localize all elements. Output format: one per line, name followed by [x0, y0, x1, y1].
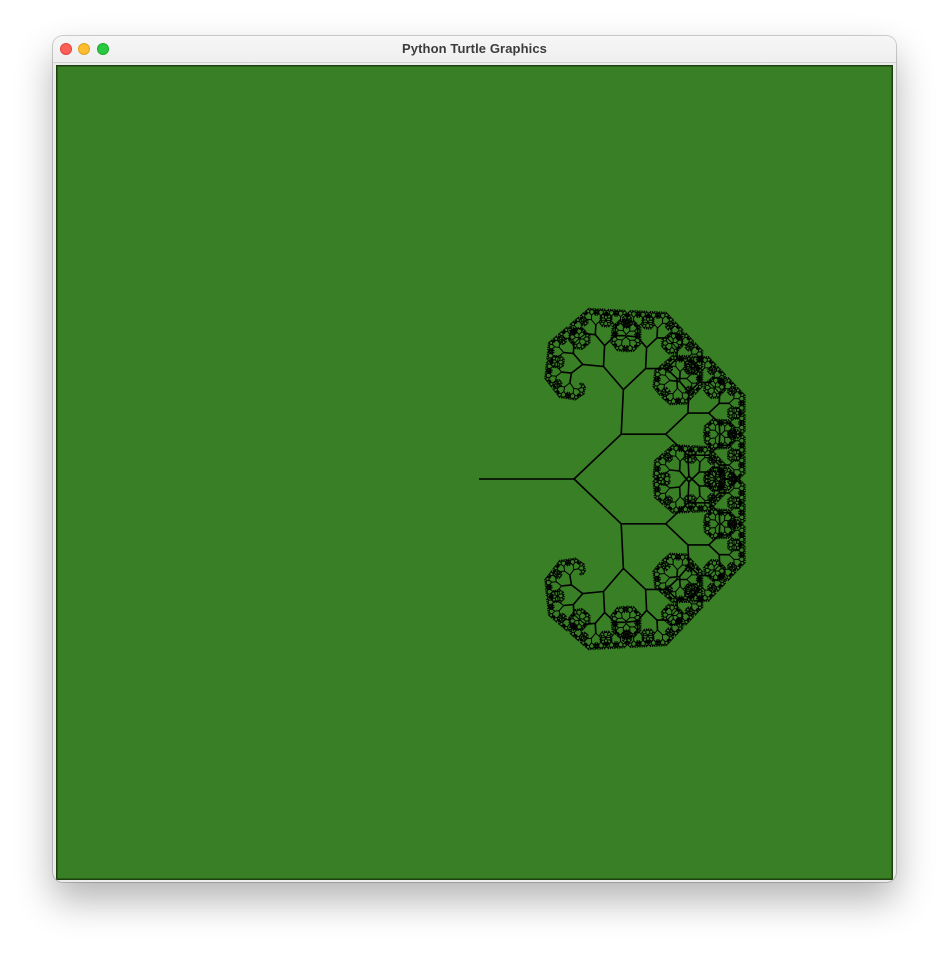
window-title: Python Turtle Graphics — [402, 41, 547, 56]
title-bar[interactable]: Python Turtle Graphics — [53, 36, 896, 63]
turtle-window: Python Turtle Graphics — [53, 36, 896, 882]
tree-branches — [479, 307, 746, 651]
turtle-canvas[interactable] — [58, 67, 891, 878]
fractal-tree-drawing — [479, 307, 746, 651]
canvas-frame — [56, 65, 893, 880]
